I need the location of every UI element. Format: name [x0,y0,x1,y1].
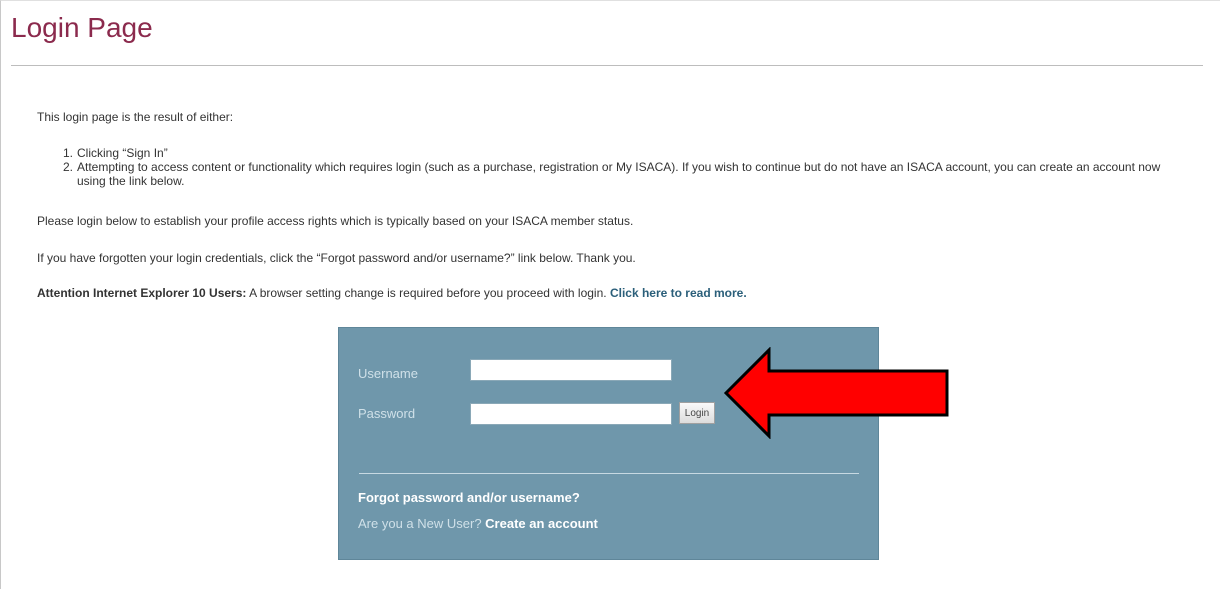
list-item-text: Attempting to access content or function… [77,160,1161,188]
login-instructions: Please login below to establish your pro… [37,214,634,228]
login-button[interactable]: Login [679,402,715,424]
arrow-shape [723,347,949,439]
title-divider [11,65,1203,66]
forgot-instructions: If you have forgotten your login credent… [37,251,636,265]
intro-text: This login page is the result of either: [37,110,234,124]
list-item-text: Clicking “Sign In” [77,146,168,160]
list-item: 2. Attempting to access content or funct… [63,160,1183,188]
list-item-number: 1. [63,146,74,160]
password-field[interactable] [470,403,672,425]
new-user-line: Are you a New User? Create an account [358,516,598,531]
username-label: Username [358,366,418,381]
form-divider [359,473,859,474]
ie10-notice-text: A browser setting change is required bef… [246,286,610,300]
username-field[interactable] [470,359,672,381]
ie10-notice-label: Attention Internet Explorer 10 Users: [37,286,247,300]
read-more-link[interactable]: Click here to read more. [610,286,747,300]
forgot-password-link[interactable]: Forgot password and/or username? [358,490,580,505]
create-account-link[interactable]: Create an account [485,516,598,531]
password-label: Password [358,406,416,421]
reasons-list: 1. Clicking “Sign In” 2. Attempting to a… [63,146,1183,188]
new-user-prompt: Are you a New User? [358,516,486,531]
list-item: 1. Clicking “Sign In” [63,146,1183,160]
red-arrow-icon [723,347,949,439]
list-item-number: 2. [63,160,74,174]
ie10-notice: Attention Internet Explorer 10 Users: A … [37,286,747,300]
login-page: Login Page This login page is the result… [0,0,1220,589]
page-title: Login Page [11,12,153,43]
